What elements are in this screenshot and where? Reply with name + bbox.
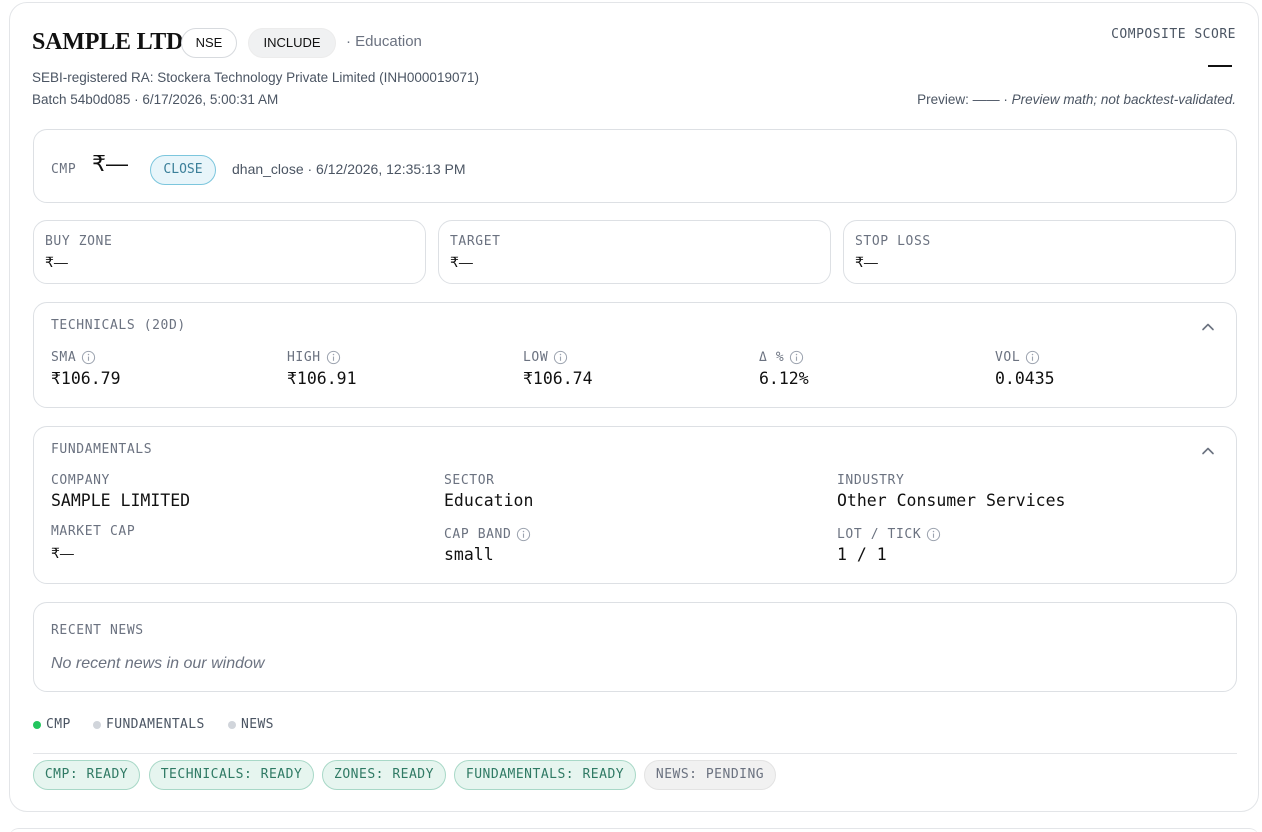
field-cap-band-value: small bbox=[444, 545, 494, 564]
cmp-panel: CMP ₹— CLOSE dhan_close · 6/12/2026, 12:… bbox=[33, 129, 1237, 203]
info-icon[interactable] bbox=[326, 350, 341, 365]
metric-sma-value: ₹106.79 bbox=[51, 369, 121, 388]
metric-vol: VOL 0.0435 bbox=[995, 350, 1055, 388]
cmp-source: dhan_close · 6/12/2026, 12:35:13 PM bbox=[232, 161, 466, 177]
buy-zone-value: ₹— bbox=[45, 254, 68, 270]
verdict-badge: INCLUDE bbox=[248, 28, 336, 58]
field-company-value: SAMPLE LIMITED bbox=[51, 491, 191, 510]
target-panel: TARGET ₹— bbox=[438, 220, 831, 284]
status-news: NEWS: PENDING bbox=[644, 760, 776, 790]
metric-high-label: HIGH bbox=[287, 350, 321, 365]
field-cap-band: CAP BAND small bbox=[444, 527, 531, 564]
field-industry: INDUSTRY Other Consumer Services bbox=[837, 473, 1065, 510]
metric-vol-label: VOL bbox=[995, 350, 1021, 365]
buy-zone-panel: BUY ZONE ₹— bbox=[33, 220, 426, 284]
status-cmp: CMP: READY bbox=[33, 760, 140, 790]
fundamentals-title: FUNDAMENTALS bbox=[51, 442, 153, 457]
info-icon[interactable] bbox=[1025, 350, 1040, 365]
metric-vol-value: 0.0435 bbox=[995, 369, 1055, 388]
field-company-label: COMPANY bbox=[51, 473, 110, 488]
legend-cmp: CMP bbox=[33, 717, 71, 732]
news-panel: RECENT NEWS No recent news in our window bbox=[33, 602, 1237, 692]
field-industry-value: Other Consumer Services bbox=[837, 491, 1066, 510]
preview-prefix: Preview: —— · bbox=[917, 92, 1012, 107]
chevron-up-icon[interactable] bbox=[1200, 319, 1216, 335]
fundamentals-panel: FUNDAMENTALS COMPANY SAMPLE LIMITED SECT… bbox=[33, 426, 1237, 584]
cmp-value: ₹— bbox=[92, 151, 128, 176]
info-icon[interactable] bbox=[789, 350, 804, 365]
stop-loss-panel: STOP LOSS ₹— bbox=[843, 220, 1236, 284]
metric-high-value: ₹106.91 bbox=[287, 369, 357, 388]
info-icon[interactable] bbox=[516, 527, 531, 542]
field-sector: SECTOR Education bbox=[444, 473, 533, 510]
ra-disclosure: SEBI-registered RA: Stockera Technology … bbox=[32, 70, 479, 85]
status-dot-icon bbox=[93, 720, 101, 729]
preview-disclaimer: Preview math; not backtest-validated. bbox=[1011, 92, 1236, 107]
status-fundamentals: FUNDAMENTALS: READY bbox=[454, 760, 636, 790]
metric-delta-label: Δ % bbox=[759, 350, 785, 365]
technicals-panel: TECHNICALS (20D) SMA ₹106.79 HIGH ₹106.9… bbox=[33, 302, 1237, 408]
field-lot-tick: LOT / TICK 1 / 1 bbox=[837, 527, 941, 564]
divider bbox=[33, 753, 1237, 754]
field-market-cap: MARKET CAP ₹— bbox=[51, 524, 135, 562]
field-market-cap-label: MARKET CAP bbox=[51, 524, 136, 539]
composite-score-value bbox=[1208, 65, 1232, 67]
field-sector-label: SECTOR bbox=[444, 473, 495, 488]
field-sector-value: Education bbox=[444, 491, 534, 510]
field-cap-band-label: CAP BAND bbox=[444, 527, 512, 542]
sector-inline: · Education bbox=[346, 33, 422, 50]
stop-loss-value: ₹— bbox=[855, 254, 878, 270]
metric-delta: Δ % 6.12% bbox=[759, 350, 809, 388]
next-card-edge bbox=[9, 828, 1259, 832]
stop-loss-label: STOP LOSS bbox=[855, 234, 931, 249]
cmp-label: CMP bbox=[51, 162, 77, 177]
metric-low: LOW ₹106.74 bbox=[523, 350, 593, 388]
metric-delta-value: 6.12% bbox=[759, 369, 809, 388]
exchange-badge: NSE bbox=[181, 28, 237, 58]
preview-note: Preview: —— · Preview math; not backtest… bbox=[917, 92, 1236, 107]
metric-high: HIGH ₹106.91 bbox=[287, 350, 357, 388]
metric-sma-label: SMA bbox=[51, 350, 77, 365]
info-icon[interactable] bbox=[553, 350, 568, 365]
target-value: ₹— bbox=[450, 254, 473, 270]
batch-info: Batch 54b0d085 · 6/17/2026, 5:00:31 AM bbox=[32, 92, 279, 107]
technicals-title: TECHNICALS (20D) bbox=[51, 318, 186, 333]
metric-low-label: LOW bbox=[523, 350, 549, 365]
field-market-cap-value: ₹— bbox=[51, 545, 74, 561]
field-lot-tick-value: 1 / 1 bbox=[837, 545, 887, 564]
info-icon[interactable] bbox=[926, 527, 941, 542]
composite-score-label: COMPOSITE SCORE bbox=[1111, 27, 1236, 42]
status-zones: ZONES: READY bbox=[322, 760, 446, 790]
chevron-up-icon[interactable] bbox=[1200, 443, 1216, 459]
stock-card: SAMPLE LTD NSE INCLUDE · Education SEBI-… bbox=[9, 2, 1259, 812]
target-label: TARGET bbox=[450, 234, 501, 249]
info-icon[interactable] bbox=[81, 350, 96, 365]
field-lot-tick-label: LOT / TICK bbox=[837, 527, 922, 542]
price-type-badge: CLOSE bbox=[150, 155, 216, 185]
live-dot-icon bbox=[33, 720, 41, 729]
company-title: SAMPLE LTD bbox=[32, 29, 184, 55]
news-title: RECENT NEWS bbox=[51, 623, 144, 638]
legend-fundamentals-label: FUNDAMENTALS bbox=[106, 717, 205, 732]
metric-sma: SMA ₹106.79 bbox=[51, 350, 121, 388]
status-dot-icon bbox=[228, 720, 236, 729]
field-industry-label: INDUSTRY bbox=[837, 473, 905, 488]
legend-cmp-label: CMP bbox=[46, 717, 71, 732]
news-empty-text: No recent news in our window bbox=[51, 655, 265, 672]
field-company: COMPANY SAMPLE LIMITED bbox=[51, 473, 190, 510]
metric-low-value: ₹106.74 bbox=[523, 369, 593, 388]
legend-news: NEWS bbox=[228, 717, 274, 732]
buy-zone-label: BUY ZONE bbox=[45, 234, 113, 249]
legend-news-label: NEWS bbox=[241, 717, 274, 732]
status-technicals: TECHNICALS: READY bbox=[149, 760, 314, 790]
legend-fundamentals: FUNDAMENTALS bbox=[93, 717, 205, 732]
